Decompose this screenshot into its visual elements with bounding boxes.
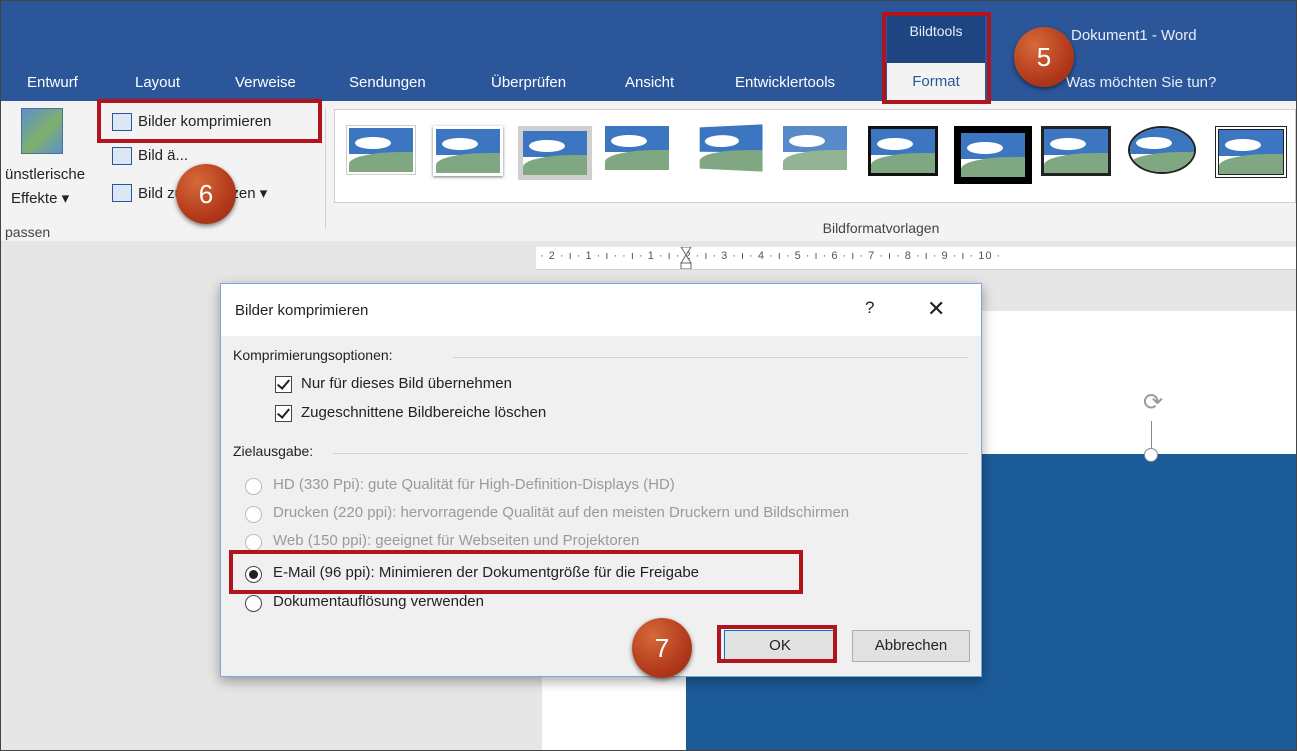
document-title: Dokument1 - Word xyxy=(1071,27,1197,44)
label-delete-cropped-areas[interactable]: Zugeschnittene Bildbereiche löschen xyxy=(301,404,546,421)
style-thumb-9[interactable] xyxy=(1041,126,1111,176)
reset-picture-icon xyxy=(112,184,132,202)
indent-marker-icon[interactable] xyxy=(680,247,692,269)
section-divider xyxy=(453,357,968,358)
radio-hd xyxy=(245,478,262,495)
label-only-this-picture[interactable]: Nur für dieses Bild übernehmen xyxy=(301,375,512,392)
resize-handle[interactable] xyxy=(1144,448,1158,462)
highlight-email-option xyxy=(229,550,803,594)
style-thumb-6[interactable] xyxy=(783,126,847,170)
section-divider xyxy=(333,453,968,454)
tab-verweise[interactable]: Verweise xyxy=(235,74,296,91)
label-hd: HD (330 Ppi): gute Qualität für High-Def… xyxy=(273,476,675,493)
tab-entwurf[interactable]: Entwurf xyxy=(27,74,78,91)
help-button[interactable]: ? xyxy=(865,298,874,318)
change-picture-button[interactable]: Bild ä... xyxy=(138,147,188,164)
highlight-format-tab xyxy=(882,12,991,104)
style-thumb-2[interactable] xyxy=(433,126,503,176)
dialog-title: Bilder komprimieren xyxy=(235,302,369,319)
change-picture-icon xyxy=(112,147,132,165)
label-web: Web (150 ppi): geeignet für Webseiten un… xyxy=(273,532,640,549)
group-separator xyxy=(325,109,326,229)
checkbox-delete-cropped-areas[interactable] xyxy=(275,405,292,422)
style-thumb-3[interactable] xyxy=(518,126,592,180)
section-compression-options: Komprimierungsoptionen: xyxy=(233,347,393,363)
tab-ueberpruefen[interactable]: Überprüfen xyxy=(491,74,566,91)
rotate-handle-icon[interactable]: ⟳ xyxy=(1139,389,1167,417)
close-icon[interactable]: ✕ xyxy=(927,296,945,322)
radio-web xyxy=(245,534,262,551)
tab-layout[interactable]: Layout xyxy=(135,74,180,91)
step-badge-5: 5 xyxy=(1014,27,1074,87)
horizontal-ruler[interactable]: · 2 · ı · 1 · ı · · ı · 1 · ı · 2 · ı · … xyxy=(536,247,1296,270)
radio-print xyxy=(245,506,262,523)
artistic-effects-label-1[interactable]: ünstlerische xyxy=(5,166,85,183)
style-thumb-7[interactable] xyxy=(868,126,938,176)
cancel-button[interactable]: Abbrechen xyxy=(852,630,970,662)
artistic-effects-label-2[interactable]: Effekte ▾ xyxy=(11,189,69,207)
gallery-group-label: Bildformatvorlagen xyxy=(822,220,940,236)
tell-me-box[interactable]: Was möchten Sie tun? xyxy=(1066,74,1216,91)
tab-entwicklertools[interactable]: Entwicklertools xyxy=(735,74,835,91)
compress-pictures-dialog: Bilder komprimieren ? ✕ Komprimierungsop… xyxy=(220,283,982,677)
picture-styles-gallery[interactable] xyxy=(334,109,1296,203)
section-target-output: Zielausgabe: xyxy=(233,443,314,459)
artistic-effects-icon[interactable] xyxy=(21,108,63,154)
group-label-adjust: passen xyxy=(5,224,51,240)
highlight-ok-button xyxy=(717,625,837,663)
ruler-scale: · 2 · ı · 1 · ı · · ı · 1 · ı · 2 · ı · … xyxy=(540,250,1002,262)
style-thumb-5[interactable] xyxy=(699,124,763,172)
tab-ansicht[interactable]: Ansicht xyxy=(625,74,674,91)
style-thumb-4[interactable] xyxy=(605,126,669,170)
label-print: Drucken (220 ppi): hervorragende Qualitä… xyxy=(273,504,850,521)
checkbox-only-this-picture[interactable] xyxy=(275,376,292,393)
label-document-resolution[interactable]: Dokumentauflösung verwenden xyxy=(273,593,484,610)
step-badge-7: 7 xyxy=(632,618,692,678)
style-thumb-8[interactable] xyxy=(954,126,1032,184)
radio-document-resolution[interactable] xyxy=(245,595,262,612)
style-thumb-10[interactable] xyxy=(1128,126,1196,174)
tab-sendungen[interactable]: Sendungen xyxy=(349,74,426,91)
step-badge-6: 6 xyxy=(176,164,236,224)
style-thumb-11[interactable] xyxy=(1215,126,1287,178)
style-thumb-1[interactable] xyxy=(347,126,415,174)
screenshot-frame: Bildtools Dokument1 - Word Was möchten S… xyxy=(0,0,1297,751)
highlight-compress-button xyxy=(97,99,322,143)
